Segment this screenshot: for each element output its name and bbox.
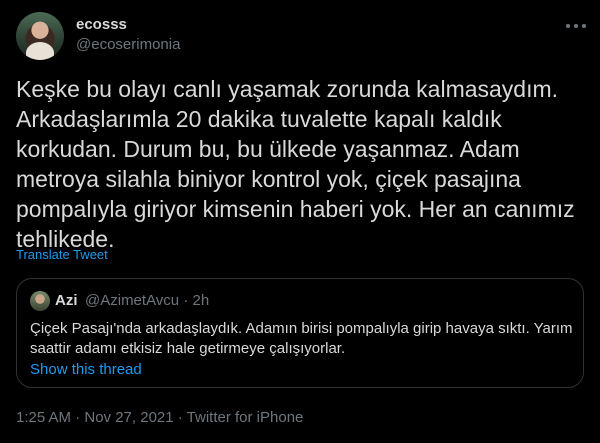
- quoted-avatar: [30, 291, 50, 311]
- tweet-meta[interactable]: 1:25 AM · Nov 27, 2021 · Twitter for iPh…: [16, 409, 303, 426]
- tweet: ecosss @ecoserimonia Keşke bu olayı canl…: [0, 0, 600, 443]
- quoted-author-handle: @AzimetAvcu · 2h: [85, 292, 210, 309]
- quoted-tweet[interactable]: Azi @AzimetAvcu · 2h Çiçek Pasajı'nda ar…: [16, 278, 584, 388]
- translate-tweet-link[interactable]: Translate Tweet: [16, 247, 108, 262]
- author-handle[interactable]: @ecoserimonia: [76, 36, 180, 53]
- quoted-tweet-text: Çiçek Pasajı'nda arkadaşlaydık. Adamın b…: [30, 320, 573, 357]
- quoted-author-name: Azi: [55, 292, 78, 309]
- tweet-text: Keşke bu olayı canlı yaşamak zorunda kal…: [16, 76, 575, 252]
- avatar[interactable]: [16, 12, 64, 60]
- more-icon[interactable]: [566, 16, 586, 36]
- show-thread-link[interactable]: Show this thread: [30, 361, 142, 378]
- author-name[interactable]: ecosss: [76, 16, 127, 33]
